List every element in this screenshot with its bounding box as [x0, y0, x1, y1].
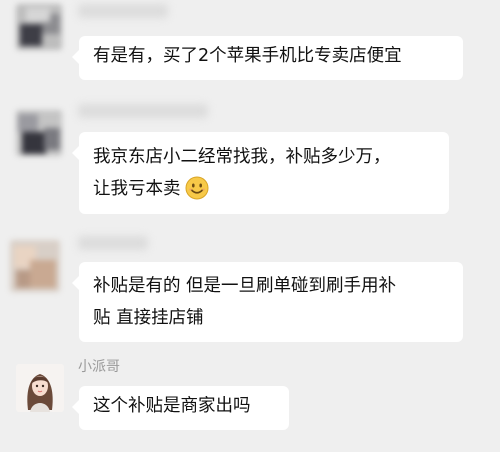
sender-name	[78, 104, 208, 118]
chat-message: 补贴是有的 但是一旦刷单碰到刷手用补 贴 直接挂店铺	[0, 232, 500, 350]
avatar[interactable]	[10, 240, 60, 292]
sender-name	[78, 4, 168, 18]
chat-window: 有是有，买了2个苹果手机比专卖店便宜 我京东店小二经常找我，补贴多少万， 让我亏…	[0, 0, 500, 452]
message-bubble[interactable]: 这个补贴是商家出吗	[72, 386, 289, 430]
message-text: 有是有，买了2个苹果手机比专卖店便宜	[93, 46, 402, 66]
sender-name: 小派哥	[78, 359, 120, 375]
sender-name	[78, 236, 148, 250]
chat-message: 我京东店小二经常找我，补贴多少万， 让我亏本卖	[0, 96, 500, 226]
message-bubble[interactable]: 补贴是有的 但是一旦刷单碰到刷手用补 贴 直接挂店铺	[72, 262, 463, 342]
chat-message: 小派哥 这个补贴是商家出吗	[0, 356, 500, 452]
avatar[interactable]	[16, 364, 64, 412]
message-text-line: 让我亏本卖	[93, 173, 435, 205]
avatar[interactable]	[16, 110, 62, 156]
message-text: 这个补贴是商家出吗	[93, 396, 251, 416]
message-text: 贴 直接挂店铺	[93, 308, 204, 328]
message-bubble[interactable]: 我京东店小二经常找我，补贴多少万， 让我亏本卖	[72, 132, 449, 214]
message-text: 我京东店小二经常找我，补贴多少万，	[93, 147, 391, 167]
chat-message: 有是有，买了2个苹果手机比专卖店便宜	[0, 0, 500, 90]
avatar[interactable]	[16, 4, 62, 50]
message-bubble[interactable]: 有是有，买了2个苹果手机比专卖店便宜	[72, 36, 463, 80]
message-text: 让我亏本卖	[93, 179, 181, 199]
message-text: 补贴是有的 但是一旦刷单碰到刷手用补	[93, 276, 397, 296]
smile-emoji-icon	[185, 176, 208, 200]
